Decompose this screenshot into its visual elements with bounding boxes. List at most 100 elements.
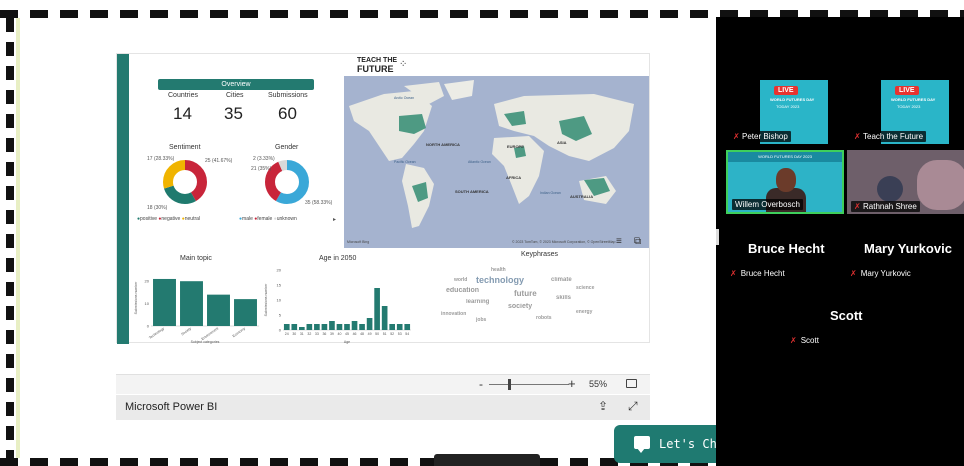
legend-negative: negative	[161, 216, 181, 222]
world-map[interactable]: NORTH AMERICA EUROPE ASIA AFRICA SOUTH A…	[344, 76, 649, 248]
legend-female: female	[257, 216, 273, 222]
teach-the-future-logo: TEACH THE FUTURE	[357, 57, 397, 74]
live-banner: WORLD FUTURES DAY	[891, 97, 936, 102]
map-ocean-atlantic: Atlantic Ocean	[468, 160, 491, 164]
map-ocean-indian: Indian Ocean	[540, 191, 561, 195]
kp-word: energy	[576, 309, 593, 315]
filter-icon[interactable]: ≡	[616, 236, 622, 247]
legend-male: male	[242, 216, 253, 222]
y-tick-label: 5	[279, 313, 282, 318]
map-label-north-america: NORTH AMERICA	[426, 142, 460, 147]
legend-next-arrow-icon[interactable]: ▸	[333, 216, 336, 223]
share-border-bottom	[0, 458, 720, 466]
sentiment-label-negative: 25 (41.67%)	[205, 158, 233, 164]
keyphrases-word-cloud[interactable]: technology education future climate lear…	[436, 259, 616, 329]
y-tick-label: 10	[277, 298, 282, 303]
kpi-submissions-value: 60	[278, 104, 297, 123]
panel-resize-handle[interactable]	[716, 229, 719, 245]
participant-name-text: Teach the Future	[863, 132, 924, 141]
audio-tile-scott-display[interactable]: Scott	[830, 308, 863, 323]
participant-name-text: Rathnah Shree	[863, 202, 917, 211]
map-land	[349, 80, 634, 228]
screen: TEACH THE FUTURE ⁘ Overview Countries 14…	[0, 0, 964, 466]
taskbar-stub	[434, 454, 540, 466]
map-ocean-pacific: Pacific Ocean	[394, 160, 416, 164]
map-label-africa: AFRICA	[506, 175, 522, 180]
sentiment-donut[interactable]	[161, 158, 209, 206]
x-tick-label: Environment	[201, 327, 219, 342]
zoom-slider-thumb[interactable]	[508, 379, 511, 390]
audio-tile-mary-yurkovic-display[interactable]: Mary Yurkovic	[864, 241, 952, 256]
mic-off-icon: ✗	[790, 336, 797, 345]
map-label-europe: EUROPE	[507, 144, 524, 149]
sentiment-legend: ●positive ●negative ●neutral	[137, 216, 201, 222]
kp-word: jobs	[476, 317, 487, 323]
kp-word: world	[454, 277, 468, 283]
zoom-slider-track[interactable]	[489, 384, 569, 385]
map-copyright: © 2023 TomTom, © 2023 Microsoft Corporat…	[512, 240, 616, 244]
gender-label-male: 35 (58.33%)	[305, 200, 333, 206]
bar	[306, 324, 313, 330]
zoom-toolbar: - + 55%	[116, 374, 650, 394]
zoom-in-button[interactable]: +	[568, 376, 576, 391]
x-axis-label: Age	[344, 340, 350, 344]
sentiment-title: Sentiment	[169, 144, 201, 151]
bar	[381, 306, 388, 330]
bar	[389, 324, 395, 330]
kp-word: society	[508, 303, 533, 310]
chat-bubble-icon	[634, 436, 650, 453]
age-chart-title: Age in 2050	[319, 255, 357, 262]
video-tile-rathnah-shree[interactable]: ✗ Rathnah Shree	[847, 150, 964, 214]
audio-tile-bruce-hecht-display[interactable]: Bruce Hecht	[748, 241, 825, 256]
kpi-countries-value: 14	[173, 104, 192, 123]
focus-mode-icon[interactable]: ⧉	[634, 236, 641, 247]
video-tile-teach-the-future[interactable]: LIVE WORLD FUTURES DAY TODAY 2023 ✗ Teach…	[847, 80, 964, 144]
y-axis-label: Submissions number	[134, 281, 138, 315]
share-icon[interactable]: ⇪	[598, 399, 608, 413]
bar	[180, 281, 203, 326]
mic-off-icon: ✗	[854, 132, 861, 141]
bar	[336, 324, 343, 330]
x-tick-label: 40	[338, 332, 342, 336]
bar	[359, 324, 365, 330]
participant-name-text: Scott	[800, 336, 819, 345]
kp-word: robots	[536, 315, 552, 321]
participant-name: ✗ Teach the Future	[851, 131, 927, 142]
gender-title: Gender	[275, 144, 299, 151]
y-tick-label: 10	[145, 301, 150, 306]
participant-name-text: Bruce Hecht	[740, 269, 785, 278]
x-tick-label: 31	[300, 332, 304, 336]
overview-header: Overview	[158, 79, 314, 90]
main-topic-chart[interactable]: Submissions number 0 10 20 Technology Society…	[133, 264, 263, 344]
app-name[interactable]: Microsoft Power BI	[125, 401, 217, 413]
zoom-out-button[interactable]: -	[479, 377, 483, 391]
bar	[207, 294, 230, 326]
mic-off-icon: ✗	[850, 269, 857, 278]
kpi-cities-value: 35	[224, 104, 243, 123]
kp-word: future	[514, 289, 537, 298]
y-axis-label: Submissions number	[264, 283, 268, 317]
participant-name-text: Mary Yurkovic	[860, 269, 911, 278]
age-chart[interactable]: Submissions number 0 5 10 15 20 24 30 31 32 33 36 39…	[263, 264, 415, 344]
x-tick-label: 39	[330, 332, 334, 336]
kp-word: climate	[551, 277, 572, 283]
video-tile-willem-overbosch[interactable]: WORLD FUTURES DAY 2023 Willem Overbosch	[726, 150, 844, 214]
y-tick-label: 0	[279, 328, 282, 333]
legend-neutral: neutral	[184, 216, 201, 222]
participant-name: ✗ Peter Bishop	[730, 131, 791, 142]
powerbi-report[interactable]: TEACH THE FUTURE ⁘ Overview Countries 14…	[116, 53, 650, 344]
y-tick-label: 20	[145, 279, 150, 284]
x-tick-label: 32	[307, 332, 311, 336]
kpi-cities-label: Cities	[226, 92, 244, 99]
kp-word: skills	[556, 295, 572, 301]
bar	[404, 324, 411, 330]
audio-tile-bruce-hecht-name: ✗ Bruce Hecht	[730, 269, 785, 278]
kp-word: learning	[466, 299, 490, 305]
fit-to-page-icon[interactable]	[626, 379, 637, 388]
video-tile-peter-bishop[interactable]: LIVE WORLD FUTURES DAY TODAY 2023 ✗ Peter…	[726, 80, 844, 144]
keyphrases-title: Keyphrases	[521, 251, 558, 258]
bar	[374, 288, 380, 330]
x-tick-label: 36	[322, 332, 326, 336]
x-tick-label: 45	[345, 332, 349, 336]
expand-icon[interactable]: ⤢	[628, 399, 638, 414]
